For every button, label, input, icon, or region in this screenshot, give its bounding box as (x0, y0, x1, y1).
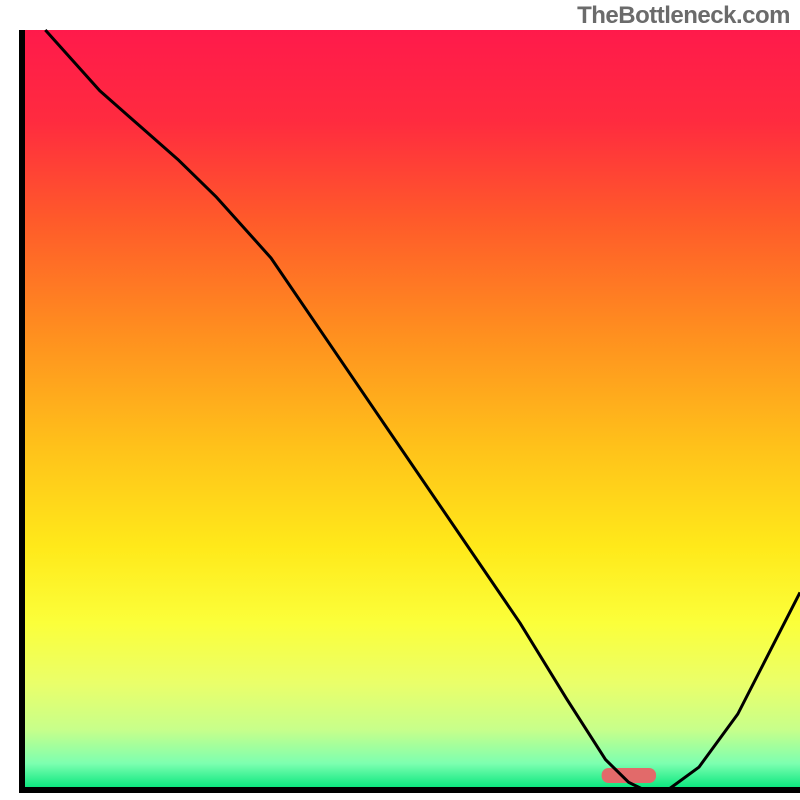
bottleneck-chart (0, 0, 800, 800)
chart-container: TheBottleneck.com (0, 0, 800, 800)
gradient-background (22, 30, 800, 790)
watermark-text: TheBottleneck.com (577, 2, 790, 30)
